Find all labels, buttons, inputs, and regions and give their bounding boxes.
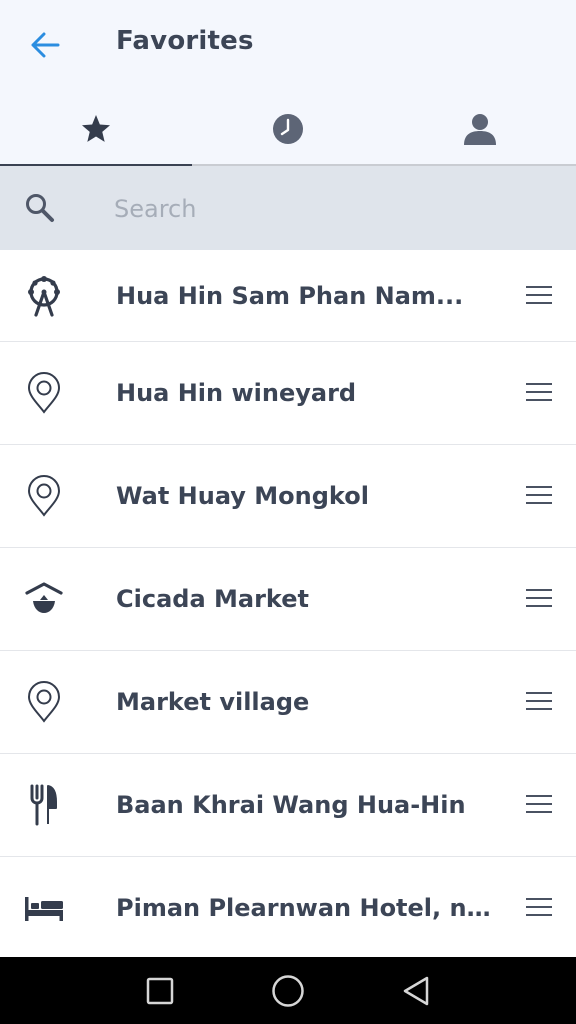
circle-icon — [272, 974, 304, 1007]
ferris-wheel-icon — [28, 275, 60, 317]
market-stall-icon — [25, 582, 63, 613]
drag-handle-icon[interactable] — [526, 589, 552, 609]
app-header: Favorites — [0, 0, 576, 168]
fork-knife-icon — [30, 784, 57, 826]
location-pin-icon — [27, 681, 61, 723]
star-icon — [82, 115, 110, 142]
place-name: Cicada Market — [116, 585, 309, 613]
location-pin-icon — [27, 372, 61, 414]
search-icon — [26, 194, 54, 222]
back-nav-button[interactable] — [352, 957, 480, 1024]
drag-handle-icon[interactable] — [526, 383, 552, 403]
place-name: Hua Hin wineyard — [116, 379, 357, 407]
drag-handle-icon[interactable] — [526, 692, 552, 712]
recent-apps-button[interactable] — [96, 957, 224, 1024]
arrow-left-icon — [31, 32, 60, 58]
page-title: Favorites — [116, 26, 254, 56]
drag-handle-icon[interactable] — [526, 795, 552, 815]
tab-history[interactable] — [192, 92, 384, 166]
list-item[interactable]: Wat Huay Mongkol — [0, 445, 576, 548]
clock-icon — [273, 114, 303, 144]
place-name: Piman Plearnwan Hotel, near... — [116, 894, 500, 922]
tab-profile[interactable] — [384, 92, 576, 166]
list-item[interactable]: Piman Plearnwan Hotel, near... — [0, 857, 576, 960]
place-name: Wat Huay Mongkol — [116, 482, 369, 510]
drag-handle-icon[interactable] — [526, 285, 552, 306]
place-name: Hua Hin Sam Phan Nam... — [116, 281, 464, 310]
drag-handle-icon[interactable] — [526, 486, 552, 506]
search-input[interactable] — [112, 188, 556, 230]
list-item[interactable]: Cicada Market — [0, 548, 576, 651]
list-item[interactable]: Hua Hin Sam Phan Nam... — [0, 250, 576, 342]
list-item[interactable]: Baan Khrai Wang Hua-Hin — [0, 754, 576, 857]
tab-favorites[interactable] — [0, 92, 192, 168]
favorites-list: Hua Hin Sam Phan Nam... Hua Hin wineyard… — [0, 250, 576, 960]
search-bar — [0, 166, 576, 250]
drag-handle-icon[interactable] — [526, 898, 552, 918]
home-button[interactable] — [224, 957, 352, 1024]
system-nav-bar — [0, 957, 576, 1024]
list-item[interactable]: Market village — [0, 651, 576, 754]
list-item[interactable]: Hua Hin wineyard — [0, 342, 576, 445]
place-name: Baan Khrai Wang Hua-Hin — [116, 791, 466, 819]
bed-icon — [25, 897, 63, 921]
triangle-back-icon — [403, 976, 429, 1005]
square-icon — [146, 977, 174, 1004]
location-pin-icon — [27, 475, 61, 517]
person-icon — [464, 114, 496, 145]
place-name: Market village — [116, 688, 310, 716]
tab-bar — [0, 92, 576, 168]
back-button[interactable] — [22, 24, 68, 66]
